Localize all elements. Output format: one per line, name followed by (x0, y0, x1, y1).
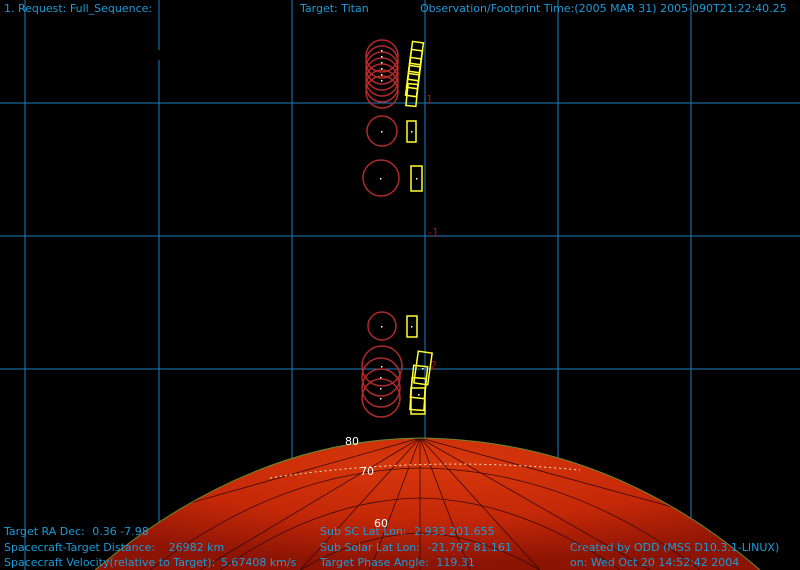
phase-angle-label: Target Phase Angle: 119.31 (320, 556, 475, 569)
sub-solar-value: -21.797 81.161 (427, 541, 512, 554)
created-by-label: Created by ODD (MSS D10.3.1-LINUX) (570, 541, 780, 554)
sub-solar-key: Sub Solar Lat Lon: (320, 541, 420, 554)
latitude-label-70: 70 (360, 465, 374, 478)
velocity-value: 5.67408 km/s (220, 556, 297, 569)
observation-viewport: 80 70 60 1 -1 2 (0, 0, 800, 570)
grid-label-minus1: -1 (428, 226, 439, 239)
ra-dec-value: 0.36 -7.98 (92, 525, 149, 538)
ra-dec-label: Target RA Dec: 0.36 -7.98 (4, 525, 149, 538)
phase-angle-key: Target Phase Angle: (320, 556, 429, 569)
sub-sc-key: Sub SC Lat Lon: (320, 525, 407, 538)
distance-key: Spacecraft-Target Distance: (4, 541, 156, 554)
request-label: 1. Request: Full_Sequence: (4, 2, 153, 15)
sub-sc-label: Sub SC Lat Lon: 2.933 201.655 (320, 525, 495, 538)
observation-time-label: Observation/Footprint Time:(2005 MAR 31)… (420, 2, 787, 15)
footprint-circles (361, 39, 403, 418)
grid-label-1: 1 (426, 93, 433, 106)
created-on-label: on: Wed Oct 20 14:52:42 2004 (570, 556, 740, 569)
latitude-label-80: 80 (345, 435, 359, 448)
target-label: Target: Titan (300, 2, 369, 15)
phase-angle-value: 119.31 (436, 556, 475, 569)
ra-dec-key: Target RA Dec: (4, 525, 85, 538)
distance-value: 26982 km (168, 541, 225, 554)
velocity-key: Spacecraft Velocity(relative to Target): (4, 556, 216, 569)
sub-solar-label: Sub Solar Lat Lon: -21.797 81.161 (320, 541, 512, 554)
sub-sc-value: 2.933 201.655 (414, 525, 495, 538)
velocity-label: Spacecraft Velocity(relative to Target):… (4, 556, 296, 569)
distance-label: Spacecraft-Target Distance: 26982 km (4, 541, 224, 554)
